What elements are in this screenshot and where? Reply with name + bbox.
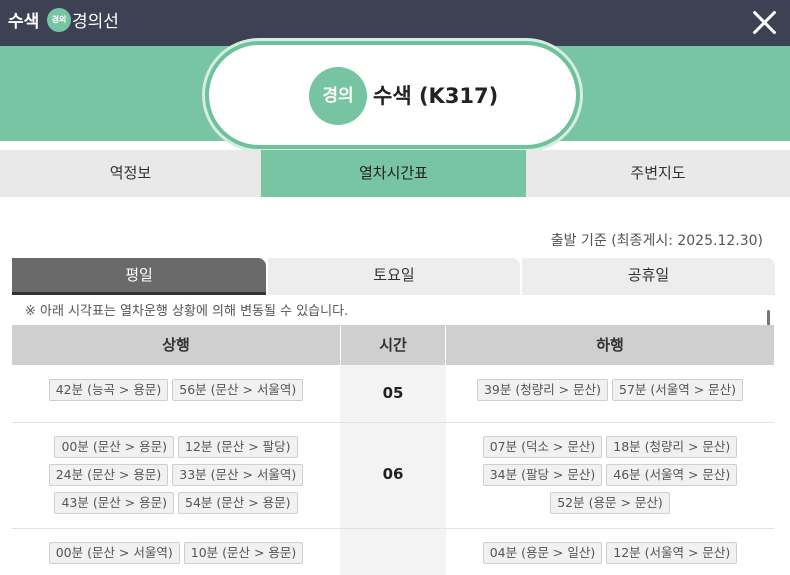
day-tabs: 평일 토요일 공휴일: [12, 258, 775, 295]
hour-label: [340, 529, 446, 543]
down-trains: 04분 (용문 > 일산) 12분 (서울역 > 문산): [446, 529, 774, 567]
tab-timetable[interactable]: 열차시간표: [261, 150, 526, 197]
train-chip[interactable]: 00분 (문산 > 용문): [54, 436, 174, 458]
station-card: 경의 수색 (K317): [205, 41, 580, 149]
hour-label: 06: [382, 465, 404, 483]
station-title: 수색 (K317): [373, 84, 499, 108]
line-badge-large-icon: 경의: [309, 67, 367, 125]
table-row: 06 00분 (문산 > 용문) 12분 (문산 > 팔당) 24분 (문산 >…: [12, 423, 774, 529]
down-trains: 07분 (덕소 > 문산) 18분 (청량리 > 문산) 34분 (팔당 > 문…: [446, 423, 774, 517]
hour-cell: [340, 529, 446, 575]
up-trains: 42분 (능곡 > 용문) 56분 (문산 > 서울역): [12, 365, 340, 404]
train-chip[interactable]: 00분 (문산 > 서울역): [48, 542, 180, 564]
train-chip[interactable]: 34분 (팔당 > 문산): [482, 464, 603, 486]
train-chip[interactable]: 10분 (문산 > 용문): [183, 542, 304, 564]
train-chip[interactable]: 42분 (능곡 > 용문): [48, 379, 169, 401]
hour-cell: 05: [340, 365, 446, 422]
train-chip[interactable]: 43분 (문산 > 용문): [54, 492, 174, 514]
train-chip[interactable]: 07분 (덕소 > 문산): [482, 436, 603, 458]
table-header: 상행 시간 하행: [12, 325, 774, 365]
header-station-name: 수색: [8, 12, 40, 32]
train-chip[interactable]: 56분 (문산 > 서울역): [172, 379, 304, 401]
train-chip[interactable]: 46분 (서울역 > 문산): [606, 464, 738, 486]
train-chip[interactable]: 24분 (문산 > 용문): [48, 464, 169, 486]
up-trains: 00분 (문산 > 서울역) 10분 (문산 > 용문): [12, 529, 340, 567]
table-row: 05 42분 (능곡 > 용문) 56분 (문산 > 서울역) 39분 (청량리…: [12, 365, 774, 423]
up-trains: 00분 (문산 > 용문) 12분 (문산 > 팔당) 24분 (문산 > 용문…: [12, 423, 340, 517]
down-trains: 39분 (청량리 > 문산) 57분 (서울역 > 문산): [446, 365, 774, 404]
top-bar: 수색 경의 경의선: [0, 0, 790, 46]
header-down: 하행: [596, 336, 624, 354]
train-chip[interactable]: 18분 (청량리 > 문산): [606, 436, 738, 458]
tab-holiday[interactable]: 공휴일: [522, 258, 775, 295]
tab-station-info[interactable]: 역정보: [0, 150, 261, 197]
timetable-notice: ※ 아래 시각표는 열차운행 상황에 의해 변동될 수 있습니다.: [25, 304, 349, 319]
line-badge-icon: 경의: [47, 8, 71, 32]
train-chip[interactable]: 33분 (문산 > 서울역): [172, 464, 304, 486]
train-chip[interactable]: 54분 (문산 > 용문): [178, 492, 298, 514]
header-line-name: 경의선: [72, 12, 119, 32]
train-chip[interactable]: 57분 (서울역 > 문산): [612, 379, 744, 401]
header-up: 상행: [162, 336, 190, 354]
train-chip[interactable]: 12분 (문산 > 팔당): [178, 436, 298, 458]
train-chip[interactable]: 04분 (용문 > 일산): [482, 542, 603, 564]
hour-label: 05: [382, 384, 404, 402]
close-icon[interactable]: [750, 8, 778, 36]
timetable-basis: 출발 기준 (최종게시: 2025.12.30): [550, 233, 763, 249]
train-chip[interactable]: 39분 (청량리 > 문산): [476, 379, 608, 401]
main-tabs: 역정보 열차시간표 주변지도: [0, 150, 790, 197]
train-chip[interactable]: 12분 (서울역 > 문산): [606, 542, 738, 564]
table-row: 00분 (문산 > 서울역) 10분 (문산 > 용문) 04분 (용문 > 일…: [12, 529, 774, 575]
train-chip[interactable]: 52분 (용문 > 문산): [550, 492, 670, 514]
hour-cell: 06: [340, 423, 446, 528]
tab-weekday[interactable]: 평일: [12, 258, 266, 295]
tab-nearby-map[interactable]: 주변지도: [526, 150, 790, 197]
tab-saturday[interactable]: 토요일: [268, 258, 520, 295]
header-hour: 시간: [340, 325, 446, 365]
